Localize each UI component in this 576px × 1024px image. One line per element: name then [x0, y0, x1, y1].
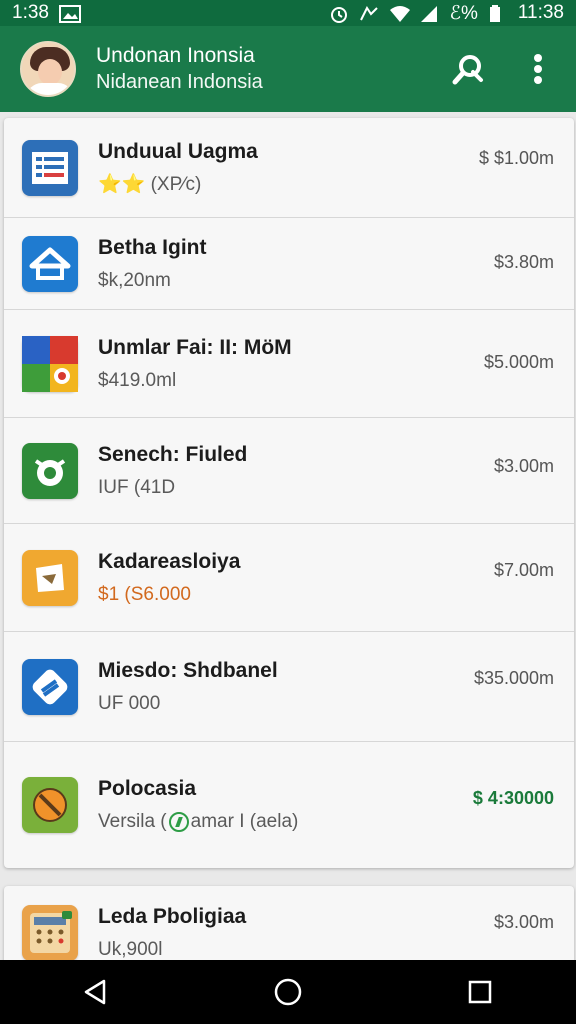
battery-text: ℰ%: [449, 2, 478, 24]
game-tiles-icon: [22, 335, 78, 392]
home-icon: [22, 235, 78, 292]
battery-icon: [488, 5, 508, 22]
app-list-card-2: Leda Pboligiaa Uk,900l $3.00m: [4, 886, 574, 966]
item-subtitle: Versila ( amar I (aela): [98, 809, 574, 835]
item-price: $5.000m: [483, 352, 554, 372]
item-subtitle-before: Versila (: [98, 811, 167, 832]
item-price: $3.00m: [493, 912, 554, 932]
item-subtitle: $1 (S6.000: [98, 583, 191, 605]
paper-icon: [22, 549, 78, 606]
shield-icon: [22, 442, 78, 499]
list-item[interactable]: Kadareasloiya $1 (S6.000 $7.00m: [4, 524, 574, 632]
link-icon: [22, 658, 78, 715]
search-button[interactable]: [450, 51, 486, 87]
app-bar: Undonan Inonsia Nidanean Indonsia: [0, 26, 576, 112]
back-button[interactable]: [76, 972, 116, 1012]
search-icon: [452, 55, 483, 85]
item-subtitle-after: amar I (aela): [190, 811, 299, 832]
app-titles: Undonan Inonsia Nidanean Indonsia: [96, 43, 450, 95]
list-item[interactable]: Leda Pboligiaa Uk,900l $3.00m: [4, 886, 574, 966]
recents-icon: [468, 980, 492, 1004]
item-subtitle: UF 000: [98, 692, 161, 714]
vibrate-icon: [359, 5, 379, 21]
status-bar: 1:38 ℰ% 11:38: [0, 0, 576, 26]
wifi-icon: [389, 5, 411, 22]
bolt-circle-icon: [168, 811, 189, 832]
back-icon: [84, 979, 106, 1005]
app-list-card: Unduual Uagma ⭐⭐ (XP⁄c) $ $1.00m Betha I…: [4, 118, 574, 868]
more-vert-icon: [534, 54, 542, 84]
item-price: $ 4:30000: [472, 788, 554, 808]
item-price: $35.000m: [473, 668, 554, 688]
recents-button[interactable]: [460, 972, 500, 1012]
item-price: $ $1.00m: [478, 148, 554, 168]
item-subtitle: ⭐⭐ (XP⁄c): [98, 173, 202, 195]
image-notification-icon: [58, 5, 81, 23]
list-item[interactable]: Unmlar Fai: II: MöM $419.0ml $5.000m: [4, 310, 574, 418]
item-price: $3.80m: [493, 252, 554, 272]
app-title: Undonan Inonsia: [96, 44, 255, 67]
calculator-icon: [22, 905, 78, 961]
list-item[interactable]: Unduual Uagma ⭐⭐ (XP⁄c) $ $1.00m: [4, 118, 574, 218]
app-subtitle: Nidanean Indonsia: [96, 71, 263, 93]
avatar[interactable]: [20, 41, 76, 97]
list-item[interactable]: Betha Igint $k,20nm $3.80m: [4, 218, 574, 310]
status-time-left: 1:38: [12, 2, 49, 23]
item-price: $7.00m: [493, 560, 554, 580]
home-circle-icon: [274, 978, 302, 1006]
item-subtitle: IUF (41D: [98, 476, 176, 498]
navigation-bar: [0, 960, 576, 1024]
signal-icon: [419, 5, 439, 22]
list-doc-icon: [22, 139, 78, 196]
status-time-right: 11:38: [517, 2, 564, 23]
list-item[interactable]: Miesdo: Shdbanel UF 000 $35.000m: [4, 632, 574, 742]
list-item[interactable]: Polocasia Versila (amar I (aela) $ 4:300…: [4, 742, 574, 868]
item-price: $3.00m: [493, 456, 554, 476]
list-item[interactable]: Senech: Fiuled IUF (41D $3.00m: [4, 418, 574, 524]
home-button[interactable]: [268, 972, 308, 1012]
no-sign-icon: [22, 777, 78, 833]
alarm-icon: [329, 5, 349, 23]
more-options-button[interactable]: [520, 51, 556, 87]
